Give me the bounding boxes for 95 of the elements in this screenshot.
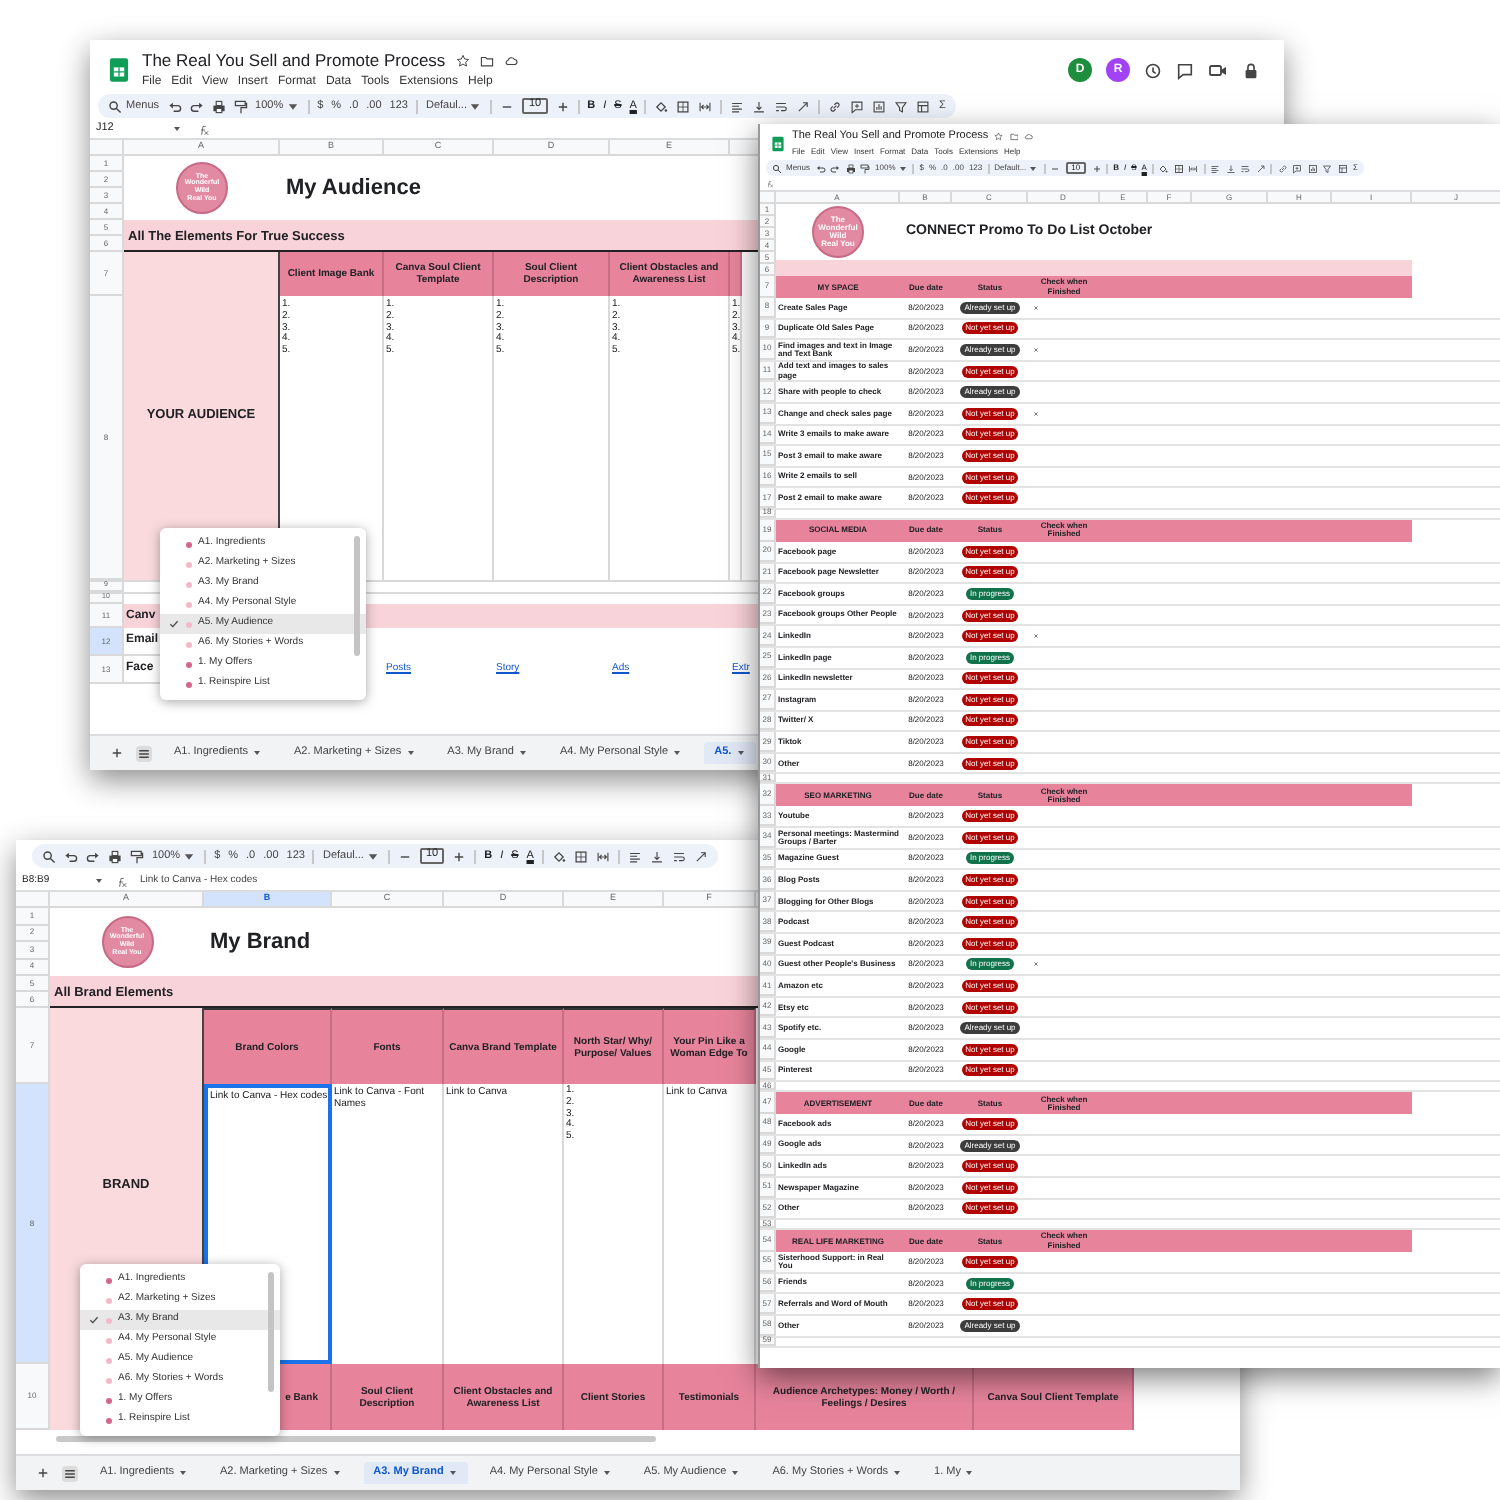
caret-icon: [365, 849, 380, 863]
undo-icon[interactable]: [815, 163, 826, 173]
redo-icon[interactable]: [830, 163, 841, 173]
check-icon: [168, 618, 180, 630]
redo-icon[interactable]: [86, 849, 100, 863]
sheet-heading: My Brand: [208, 927, 311, 958]
caret-icon: [405, 748, 416, 758]
all-sheets-icon[interactable]: [62, 1465, 78, 1481]
text-rotate-icon[interactable]: [796, 99, 811, 113]
plus-icon[interactable]: [1091, 163, 1102, 173]
sheets-logo-icon[interactable]: [770, 133, 786, 153]
vertical-align-icon[interactable]: [649, 849, 664, 863]
comment-icon[interactable]: [1176, 61, 1194, 79]
print-icon[interactable]: [211, 99, 226, 113]
fill-color-icon[interactable]: [551, 849, 566, 863]
function-icon: [116, 875, 128, 887]
caret-icon: [672, 748, 683, 758]
scrollbar[interactable]: [354, 536, 360, 656]
paint-roller-icon[interactable]: [233, 99, 248, 113]
table-view-icon[interactable]: [1337, 163, 1348, 173]
caret-icon: [331, 1468, 342, 1478]
video-camera-icon[interactable]: [1208, 60, 1228, 80]
undo-icon[interactable]: [167, 99, 182, 113]
add-sheet-icon[interactable]: [110, 746, 124, 760]
cloud-icon[interactable]: [503, 54, 518, 68]
caret-icon[interactable]: [172, 124, 182, 134]
lock-icon[interactable]: [1242, 61, 1260, 79]
scrollbar[interactable]: [268, 1272, 274, 1392]
plus-icon[interactable]: [452, 849, 467, 863]
caret-icon: [601, 1468, 612, 1478]
chart-icon[interactable]: [872, 99, 887, 113]
document-title[interactable]: The Real You Sell and Promote Process: [142, 48, 446, 74]
vertical-align-icon[interactable]: [752, 99, 767, 113]
search-icon[interactable]: [42, 849, 56, 863]
caret-icon: [517, 748, 528, 758]
print-icon[interactable]: [108, 849, 122, 863]
align-icon[interactable]: [1210, 163, 1221, 173]
caret-icon: [897, 163, 908, 173]
link-icon[interactable]: [828, 99, 843, 113]
merge-cells-icon[interactable]: [595, 849, 610, 863]
folder-icon[interactable]: [479, 54, 494, 68]
table-view-icon[interactable]: [916, 99, 931, 113]
caret-icon: [1028, 163, 1039, 173]
text-wrap-icon[interactable]: [774, 99, 789, 113]
text-rotate-icon[interactable]: [1255, 163, 1266, 173]
align-icon[interactable]: [627, 849, 642, 863]
paint-roller-icon[interactable]: [860, 163, 871, 173]
caret-icon: [178, 1468, 188, 1478]
vertical-align-icon[interactable]: [1225, 163, 1236, 173]
merge-cells-icon[interactable]: [1188, 163, 1199, 173]
caret-icon: [730, 1468, 741, 1478]
caret-icon: [468, 99, 483, 113]
search-icon: [108, 99, 122, 113]
star-icon[interactable]: [994, 132, 1004, 142]
caret-icon: [285, 99, 300, 113]
merge-cells-icon[interactable]: [698, 99, 713, 113]
add-comment-icon[interactable]: [850, 99, 865, 113]
check-icon: [88, 1314, 100, 1326]
link-icon[interactable]: [1277, 163, 1288, 173]
scrollbar[interactable]: [56, 1435, 656, 1441]
caret-icon: [252, 748, 262, 758]
caret-icon[interactable]: [94, 876, 104, 886]
header-cell: [730, 252, 743, 296]
add-comment-icon[interactable]: [1292, 163, 1303, 173]
add-sheet-icon[interactable]: [36, 1466, 50, 1480]
chart-icon[interactable]: [1307, 163, 1318, 173]
fill-color-icon[interactable]: [654, 99, 669, 113]
all-sheets-icon[interactable]: [136, 745, 152, 761]
borders-icon[interactable]: [676, 99, 691, 113]
fill-color-icon[interactable]: [1158, 163, 1169, 173]
text-wrap-icon[interactable]: [1240, 163, 1251, 173]
plus-icon[interactable]: [555, 99, 570, 113]
borders-icon[interactable]: [1173, 163, 1184, 173]
caret-icon: [447, 1468, 458, 1478]
caret-icon: [964, 1468, 975, 1478]
function-icon: [766, 180, 774, 188]
text-rotate-icon[interactable]: [693, 849, 708, 863]
borders-icon[interactable]: [573, 849, 588, 863]
filter-icon[interactable]: [1322, 163, 1333, 173]
paint-roller-icon[interactable]: [130, 849, 144, 863]
function-icon: [198, 123, 210, 135]
redo-icon[interactable]: [189, 99, 204, 113]
text-wrap-icon[interactable]: [671, 849, 686, 863]
print-icon[interactable]: [845, 163, 856, 173]
align-icon[interactable]: [730, 99, 745, 113]
history-icon[interactable]: [1144, 61, 1162, 79]
caret-icon: [182, 849, 197, 863]
undo-icon[interactable]: [64, 849, 78, 863]
star-icon[interactable]: [455, 54, 470, 68]
caret-icon: [735, 748, 746, 758]
search-icon: [772, 163, 782, 173]
sheet-heading: My Audience: [284, 173, 421, 204]
sheets-logo-icon[interactable]: [106, 54, 132, 86]
caret-icon: [892, 1468, 903, 1478]
filter-icon[interactable]: [894, 99, 909, 113]
